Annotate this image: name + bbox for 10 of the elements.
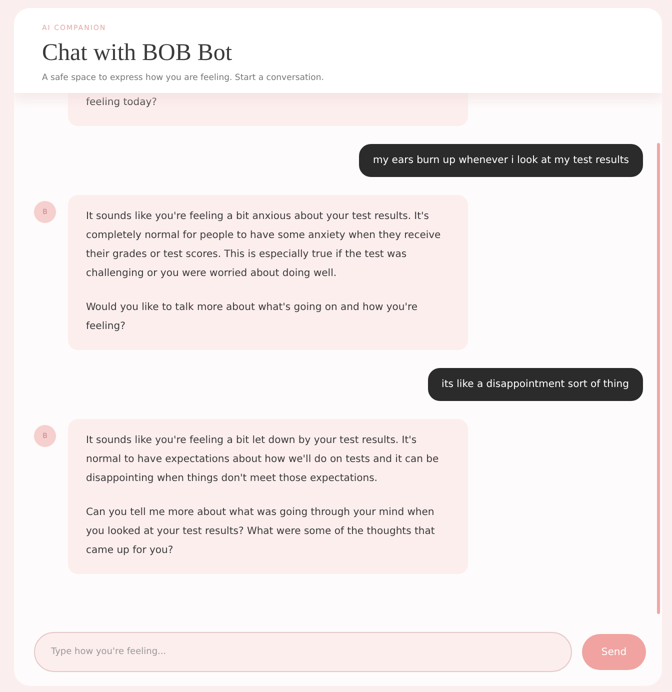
user-message: its like a disappointment sort of thing (428, 368, 643, 401)
bot-message: It sounds like you're feeling a bit anxious about your test results. It's completely normal for people to have some anxiety when they receive their grades or test scores. This is especially true if the test was challenging or you were worried about doing well. Would you like to talk more about what's going on and how you're feeling? (68, 195, 468, 350)
chat-title: Chat with BOB Bot (42, 40, 234, 67)
scrollbar[interactable] (657, 143, 660, 614)
send-button[interactable]: Send (582, 634, 646, 670)
bot-message: It sounds like you're feeling a bit let down by your test results. It's normal to have expectations about how we'll do on tests and it can be disappointing when things don't meet those expectations. Can you tell me more about what was going through your mind when you looked at your test results? What were some of the thoughts that came up for you? (68, 419, 468, 574)
bot-message: feeling today? (68, 93, 468, 126)
message-input[interactable]: Type how you're feeling... (34, 632, 572, 672)
user-message: my ears burn up whenever i look at my test results (358, 144, 643, 177)
chat-subtitle: A safe space to express how you are feeling. Start a conversation. (42, 73, 325, 83)
